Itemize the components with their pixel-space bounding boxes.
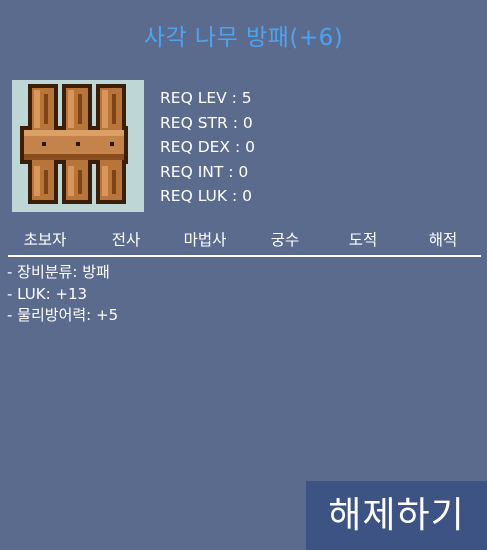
item-name: 사각 나무 방패(+6) [143,25,344,51]
job-warrior: 전사 [111,231,141,249]
req-dex: REQ DEX : 0 [160,138,255,156]
job-beginner: 초보자 [23,231,67,249]
wooden-square-shield-icon [20,84,128,204]
item-stats: - 장비분류: 방패 - LUK: +13 - 물리방어력: +5 [7,262,118,327]
stat-category: - 장비분류: 방패 [7,263,110,281]
req-int: REQ INT : 0 [160,162,249,181]
job-thief: 도적 [348,231,378,249]
item-tooltip: 사각 나무 방패(+6) REQ LEV: 5 REQ STR: 0 REQ… [0,0,487,550]
item-icon-frame [12,80,144,212]
job-requirements: 초보자 전사 마법사 궁수 도적 해적 [0,229,487,251]
job-archer: 궁수 [270,231,300,249]
req-luk: REQ LUK : 0 [160,187,253,205]
divider [8,255,481,257]
requirements-list: REQ LEV : 5 REQ STR : 0 REQ DEX : 0 REQ … [160,86,255,209]
job-magician: 마법사 [183,231,227,249]
req-level: REQ LEV : 5 [160,89,252,107]
stat-defense: - 물리방어력: +5 [7,306,119,324]
req-str: REQ STR : 0 [160,113,253,132]
release-button[interactable]: 해제하기 [306,481,487,550]
job-pirate: 해적 [428,231,458,249]
stat-luk: - LUK: +13 [7,284,88,303]
